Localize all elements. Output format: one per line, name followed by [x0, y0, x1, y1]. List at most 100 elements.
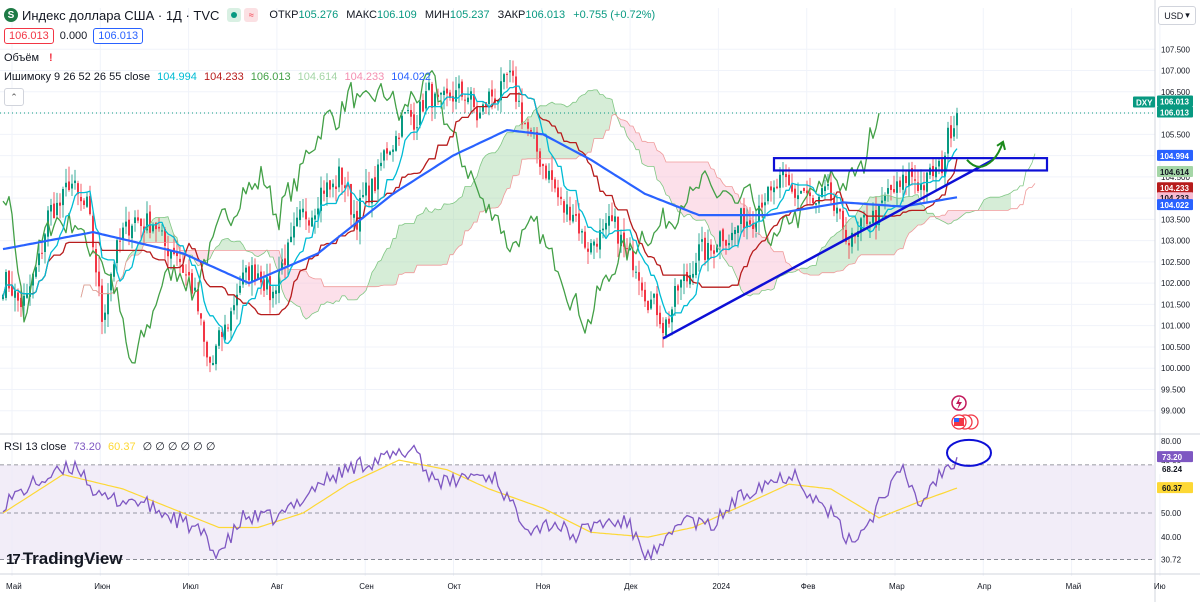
cloud-segment	[1005, 194, 1008, 211]
delay-icon[interactable]: ≈	[244, 8, 259, 22]
candle-body	[914, 179, 916, 181]
candle-body	[38, 253, 40, 266]
candle-body	[338, 166, 340, 188]
candle-body	[911, 168, 913, 177]
candle-body	[53, 203, 55, 219]
warning-icon[interactable]: !	[49, 52, 53, 64]
cloud-segment	[225, 238, 228, 251]
cloud-segment	[324, 286, 327, 305]
cloud-segment	[711, 168, 714, 237]
lagging-value: 106.013	[250, 71, 291, 83]
candle-body	[227, 327, 229, 329]
cloud-segment	[189, 250, 192, 256]
candle-body	[701, 239, 703, 242]
time-tick-label: Авг	[271, 582, 284, 591]
low-value: 105.237	[449, 9, 490, 21]
volume-label[interactable]: Объём	[4, 52, 39, 64]
candle-body	[326, 182, 328, 197]
cloud-segment	[831, 235, 834, 273]
candle-body	[527, 122, 529, 129]
candle-body	[566, 204, 568, 215]
cloud-segment	[285, 266, 288, 302]
candle-body	[113, 264, 115, 277]
cloud-segment	[444, 203, 447, 265]
candle-body	[293, 226, 295, 238]
price-tick-label: 103.000	[1161, 237, 1190, 246]
time-tick-label: Сен	[359, 582, 374, 591]
base-value: 104.233	[203, 71, 244, 83]
rsi-label[interactable]: RSI 13 close	[4, 441, 66, 453]
candle-body	[800, 190, 802, 194]
rsi-level-tag-label: 60.37	[1162, 484, 1183, 493]
sell-price[interactable]: 106.013	[4, 28, 54, 44]
candle-body	[545, 165, 547, 179]
cloud-segment	[384, 248, 387, 286]
candle-body	[206, 341, 208, 358]
symbol-title[interactable]: Индекс доллара США · 1Д · TVC	[22, 8, 219, 23]
candle-body	[731, 232, 733, 241]
time-tick-label: Окт	[448, 582, 462, 591]
candle-body	[905, 176, 907, 184]
cloud-segment	[450, 203, 453, 255]
cloud-segment	[492, 152, 495, 209]
cloud-segment	[648, 142, 651, 167]
candle-body	[161, 230, 163, 232]
low-label: МИН	[424, 9, 450, 21]
candle-body	[284, 258, 286, 265]
candle-body	[587, 248, 589, 252]
cloud-segment	[405, 223, 408, 273]
candle-body	[551, 170, 553, 180]
cloud-segment	[909, 196, 912, 234]
time-tick-label: Апр	[977, 582, 992, 591]
candle-body	[884, 195, 886, 201]
candle-body	[881, 200, 883, 203]
cloud-segment	[813, 265, 816, 276]
time-tick-label: Мар	[889, 582, 905, 591]
price-tag-label: 104.233	[1160, 184, 1189, 193]
candle-body	[614, 216, 616, 222]
candle-body	[719, 231, 721, 247]
cloud-segment	[708, 161, 711, 235]
cloud-segment	[231, 241, 234, 251]
candle-body	[779, 174, 781, 188]
candle-body	[59, 202, 61, 206]
rsi-band-fill	[0, 464, 1155, 560]
cloud-segment	[558, 104, 561, 159]
cloud-segment	[840, 228, 843, 272]
cloud-segment	[423, 207, 426, 266]
candle-body	[785, 173, 787, 178]
tradingview-logo[interactable]: 17 TradingView	[6, 549, 123, 569]
price-tick-label: 100.000	[1161, 364, 1190, 373]
cloud-segment	[327, 286, 330, 303]
market-status-icon[interactable]	[227, 8, 242, 22]
open-value: 105.276	[298, 9, 339, 21]
price-tick-label: 99.500	[1161, 385, 1186, 394]
rsi-tick-label: 80.00	[1161, 437, 1182, 446]
candle-body	[152, 225, 154, 232]
price-tick-label: 102.500	[1161, 258, 1190, 267]
candle-body	[269, 276, 271, 301]
candle-body	[641, 282, 643, 291]
candle-body	[695, 262, 697, 276]
candle-body	[848, 242, 850, 246]
buy-price[interactable]: 106.013	[93, 28, 144, 44]
candle-body	[788, 174, 790, 186]
candle-body	[17, 292, 19, 301]
candle-body	[647, 300, 649, 311]
candle-body	[650, 299, 652, 309]
volume-legend: Объём !	[4, 52, 53, 64]
cloud-segment	[885, 194, 888, 255]
candle-body	[44, 234, 46, 252]
ma-value: 104.022	[391, 71, 432, 83]
ichimoku-label[interactable]: Ишимоку 9 26 52 26 55 close	[4, 71, 150, 83]
candle-body	[608, 216, 610, 226]
currency-selector[interactable]: USD ▾	[1158, 6, 1196, 25]
candle-body	[653, 293, 655, 298]
candle-body	[125, 221, 127, 227]
candle-body	[188, 271, 190, 276]
candle-body	[104, 312, 106, 320]
collapse-legend-icon[interactable]: ⌃	[4, 88, 24, 106]
cloud-segment	[726, 186, 729, 266]
cloud-segment	[435, 208, 438, 266]
candle-body	[56, 202, 58, 216]
